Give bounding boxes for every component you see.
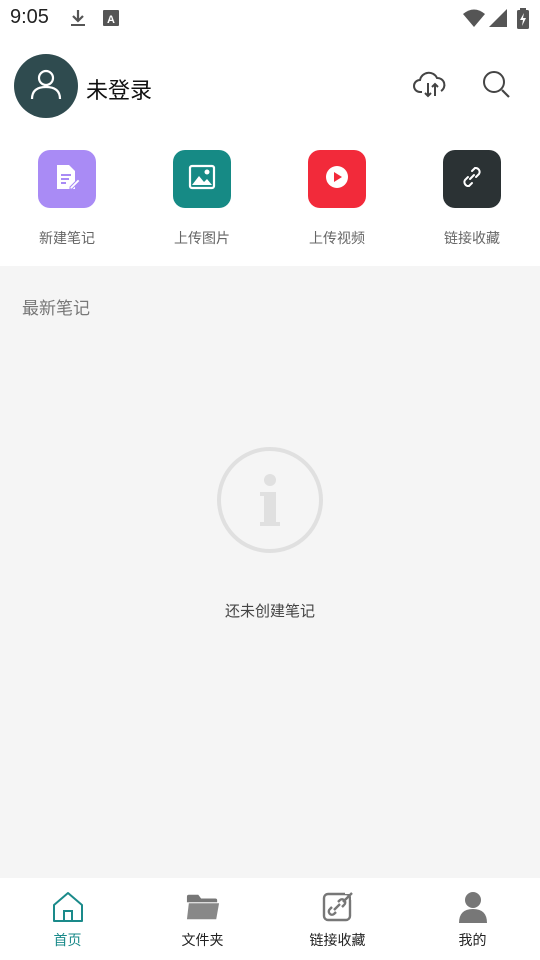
nav-folder[interactable]: 文件夹 [135, 878, 270, 960]
link-collect-label: 链接收藏 [444, 231, 500, 247]
cloud-sync-icon [413, 69, 447, 103]
battery-charging-icon [516, 8, 530, 34]
nav-folder-label: 文件夹 [181, 933, 224, 949]
link-collect-tile [443, 150, 501, 208]
new-note-label: 新建笔记 [39, 231, 95, 247]
status-time: 9:05 [10, 6, 49, 28]
cloud-sync-button[interactable] [412, 68, 448, 104]
info-icon [216, 446, 324, 554]
signal-icon [488, 8, 508, 32]
person-icon [28, 66, 64, 106]
new-note-tile [38, 150, 96, 208]
upload-image-tile [173, 150, 231, 208]
folder-icon [186, 890, 220, 924]
nav-profile[interactable]: 我的 [405, 878, 540, 960]
avatar[interactable] [14, 54, 78, 118]
search-button[interactable] [478, 68, 514, 104]
upload-image-label: 上传图片 [174, 231, 230, 247]
empty-message: 还未创建笔记 [224, 602, 315, 620]
section-title: 最新笔记 [22, 299, 90, 319]
nav-link-collect[interactable]: 链接收藏 [270, 878, 405, 960]
download-icon [68, 8, 88, 32]
wifi-icon [462, 8, 486, 32]
svg-text:A: A [107, 14, 115, 26]
login-status[interactable]: 未登录 [86, 73, 152, 105]
new-note-icon [54, 163, 81, 195]
link-collect-action[interactable]: 链接收藏 [412, 150, 532, 260]
nav-link-collect-label: 链接收藏 [309, 933, 366, 949]
notes-section: 最新笔记 还未创建笔记 [0, 266, 540, 878]
upload-video-tile [308, 150, 366, 208]
link-icon [459, 164, 485, 194]
nav-home[interactable]: 首页 [0, 878, 135, 960]
text-recognition-icon: A [102, 8, 120, 32]
upload-video-label: 上传视频 [309, 231, 365, 247]
quick-actions: 新建笔记 上传图片 上传视频 链接收藏 [0, 136, 540, 266]
home-icon [51, 890, 85, 924]
status-bar: 9:05 A [0, 0, 540, 36]
new-note-action[interactable]: 新建笔记 [7, 150, 127, 260]
upload-image-action[interactable]: 上传图片 [142, 150, 262, 260]
header: 未登录 [0, 36, 540, 136]
nav-profile-label: 我的 [458, 933, 487, 949]
search-icon [481, 69, 511, 103]
bottom-nav: 首页 文件夹 链接收藏 我的 [0, 878, 540, 960]
link-edit-icon [321, 890, 355, 924]
upload-video-action[interactable]: 上传视频 [277, 150, 397, 260]
profile-icon [456, 890, 490, 924]
image-icon [188, 164, 216, 194]
nav-home-label: 首页 [53, 933, 82, 949]
play-icon [324, 164, 350, 194]
